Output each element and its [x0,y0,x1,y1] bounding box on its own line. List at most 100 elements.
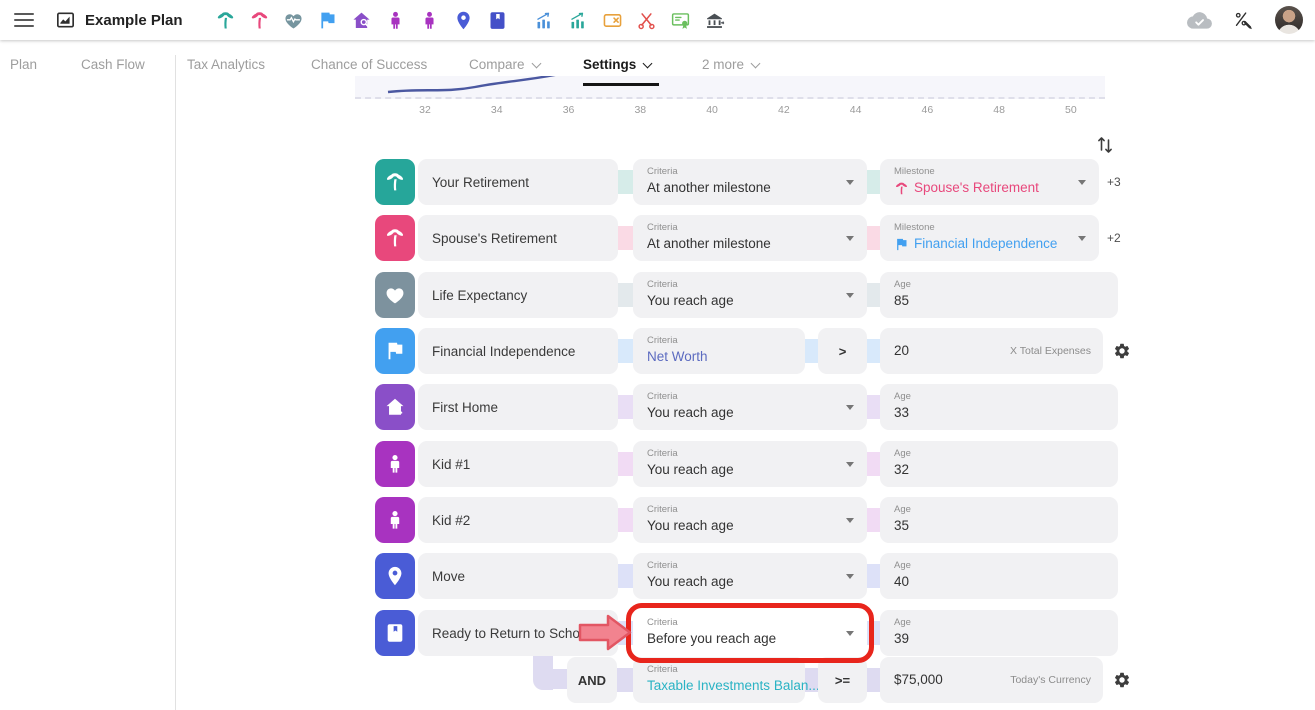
palm-tree-icon[interactable] [375,215,415,261]
operator-chip[interactable]: > [818,328,867,374]
connector [618,283,633,307]
dropdown-caret-icon [846,405,854,410]
criteria-dropdown-highlighted[interactable]: Criteria Before you reach age [633,610,867,656]
age-value-field[interactable]: Age 35 [880,497,1118,543]
tab-tax-analytics[interactable]: Tax Analytics [187,57,265,72]
plan-title: Example Plan [85,12,183,29]
milestone-row: Kid #2 Criteria You reach age Age 35 [375,497,1118,543]
chart-arrow-icon[interactable] [568,10,589,31]
certificate-icon[interactable] [670,10,691,31]
milestone-row: Kid #1 Criteria You reach age Age 32 [375,441,1118,487]
book-icon[interactable] [487,10,508,31]
connector [867,668,880,692]
milestone-icon-strip [215,10,508,31]
milestone-name-field[interactable]: Kid #2 [418,497,618,543]
connector [867,452,880,476]
palm-tree-icon[interactable] [375,159,415,205]
dropdown-caret-icon [846,293,854,298]
criteria-dropdown[interactable]: Criteria Net Worth [633,328,805,374]
criteria-dropdown[interactable]: Criteria You reach age [633,272,867,318]
settings-gear-icon[interactable] [1113,342,1131,360]
connector [867,395,880,419]
operator-chip[interactable]: >= [818,657,867,703]
heart-pulse-icon[interactable] [375,272,415,318]
criteria-dropdown[interactable]: Criteria At another milestone [633,215,867,261]
age-value-field[interactable]: Age 39 [880,610,1118,656]
milestone-value-dropdown[interactable]: Milestone Spouse's Retirement [880,159,1099,205]
milestone-row: Your Retirement Criteria At another mile… [375,159,1121,205]
cloud-check-icon[interactable] [1187,8,1212,33]
tab-compare[interactable]: Compare [469,57,540,72]
user-avatar[interactable] [1275,6,1303,34]
hamburger-menu-icon[interactable] [14,13,34,27]
tab-chance-of-success[interactable]: Chance of Success [311,57,427,72]
criteria-dropdown[interactable]: Criteria You reach age [633,441,867,487]
palm-tree-icon [894,181,909,196]
chart-logo-icon [55,10,76,30]
criteria-dropdown[interactable]: Criteria You reach age [633,384,867,430]
person-icon[interactable] [385,10,406,31]
highlight-arrow [578,613,632,653]
chevron-down-icon [751,58,761,68]
palm-tree-icon[interactable] [249,10,270,31]
tab-2-more[interactable]: 2 more [702,57,759,72]
criteria-dropdown[interactable]: Criteria You reach age [633,497,867,543]
house-search-icon[interactable] [351,10,372,31]
heart-pulse-icon[interactable] [283,10,304,31]
and-connector [544,669,568,689]
dropdown-caret-icon [846,462,854,467]
connector [618,452,633,476]
threshold-value-field[interactable]: 20 X Total Expenses [880,328,1103,374]
connector [617,668,633,692]
milestone-name-field[interactable]: Your Retirement [418,159,618,205]
app-window: Example Plan Plan Cash Flow T [0,0,1315,710]
milestone-name-field[interactable]: Life Expectancy [418,272,618,318]
age-value-field[interactable]: Age 85 [880,272,1118,318]
house-search-icon[interactable] [375,384,415,430]
milestone-value-dropdown[interactable]: Milestone Financial Independence [880,215,1099,261]
tab-plan[interactable]: Plan [10,57,37,72]
connector [867,508,880,532]
chart-arrow-icon[interactable] [534,10,555,31]
and-condition-row: AND Criteria Taxable Investments Balan..… [567,657,1131,703]
criteria-dropdown[interactable]: Criteria You reach age [633,553,867,599]
age-value-field[interactable]: Age 33 [880,384,1118,430]
book-icon[interactable] [375,610,415,656]
milestone-name-field[interactable]: Spouse's Retirement [418,215,618,261]
criteria-dropdown[interactable]: Criteria At another milestone [633,159,867,205]
and-chip[interactable]: AND [567,657,617,703]
scissors-icon[interactable] [636,10,657,31]
flag-icon[interactable] [317,10,338,31]
bank-icon[interactable] [704,10,725,31]
person-icon[interactable] [419,10,440,31]
threshold-value-field[interactable]: $75,000 Today's Currency [880,657,1103,703]
connector [618,508,633,532]
connector [618,339,633,363]
unit-label: Today's Currency [1010,674,1091,686]
dropdown-caret-icon [846,236,854,241]
sort-icon[interactable] [1093,133,1117,157]
age-value-field[interactable]: Age 40 [880,553,1118,599]
criteria-dropdown[interactable]: Criteria Taxable Investments Balan... [633,657,805,703]
unit-label: X Total Expenses [1010,345,1091,357]
milestone-name-field[interactable]: Kid #1 [418,441,618,487]
dropdown-caret-icon [1078,180,1086,185]
flag-icon[interactable] [375,328,415,374]
edit-percent-icon[interactable] [1233,10,1254,31]
tab-settings[interactable]: Settings [583,57,651,72]
settings-gear-icon[interactable] [1113,671,1131,689]
palm-tree-icon[interactable] [215,10,236,31]
age-value-field[interactable]: Age 32 [880,441,1118,487]
person-icon[interactable] [375,441,415,487]
milestone-name-field[interactable]: Move [418,553,618,599]
milestone-row: Spouse's Retirement Criteria At another … [375,215,1121,261]
card-x-icon[interactable] [602,10,623,31]
tab-cash-flow[interactable]: Cash Flow [81,57,145,72]
person-icon[interactable] [375,497,415,543]
connector [867,283,880,307]
milestone-name-field[interactable]: Financial Independence [418,328,618,374]
connector [618,226,633,250]
map-pin-icon[interactable] [453,10,474,31]
map-pin-icon[interactable] [375,553,415,599]
milestone-name-field[interactable]: First Home [418,384,618,430]
